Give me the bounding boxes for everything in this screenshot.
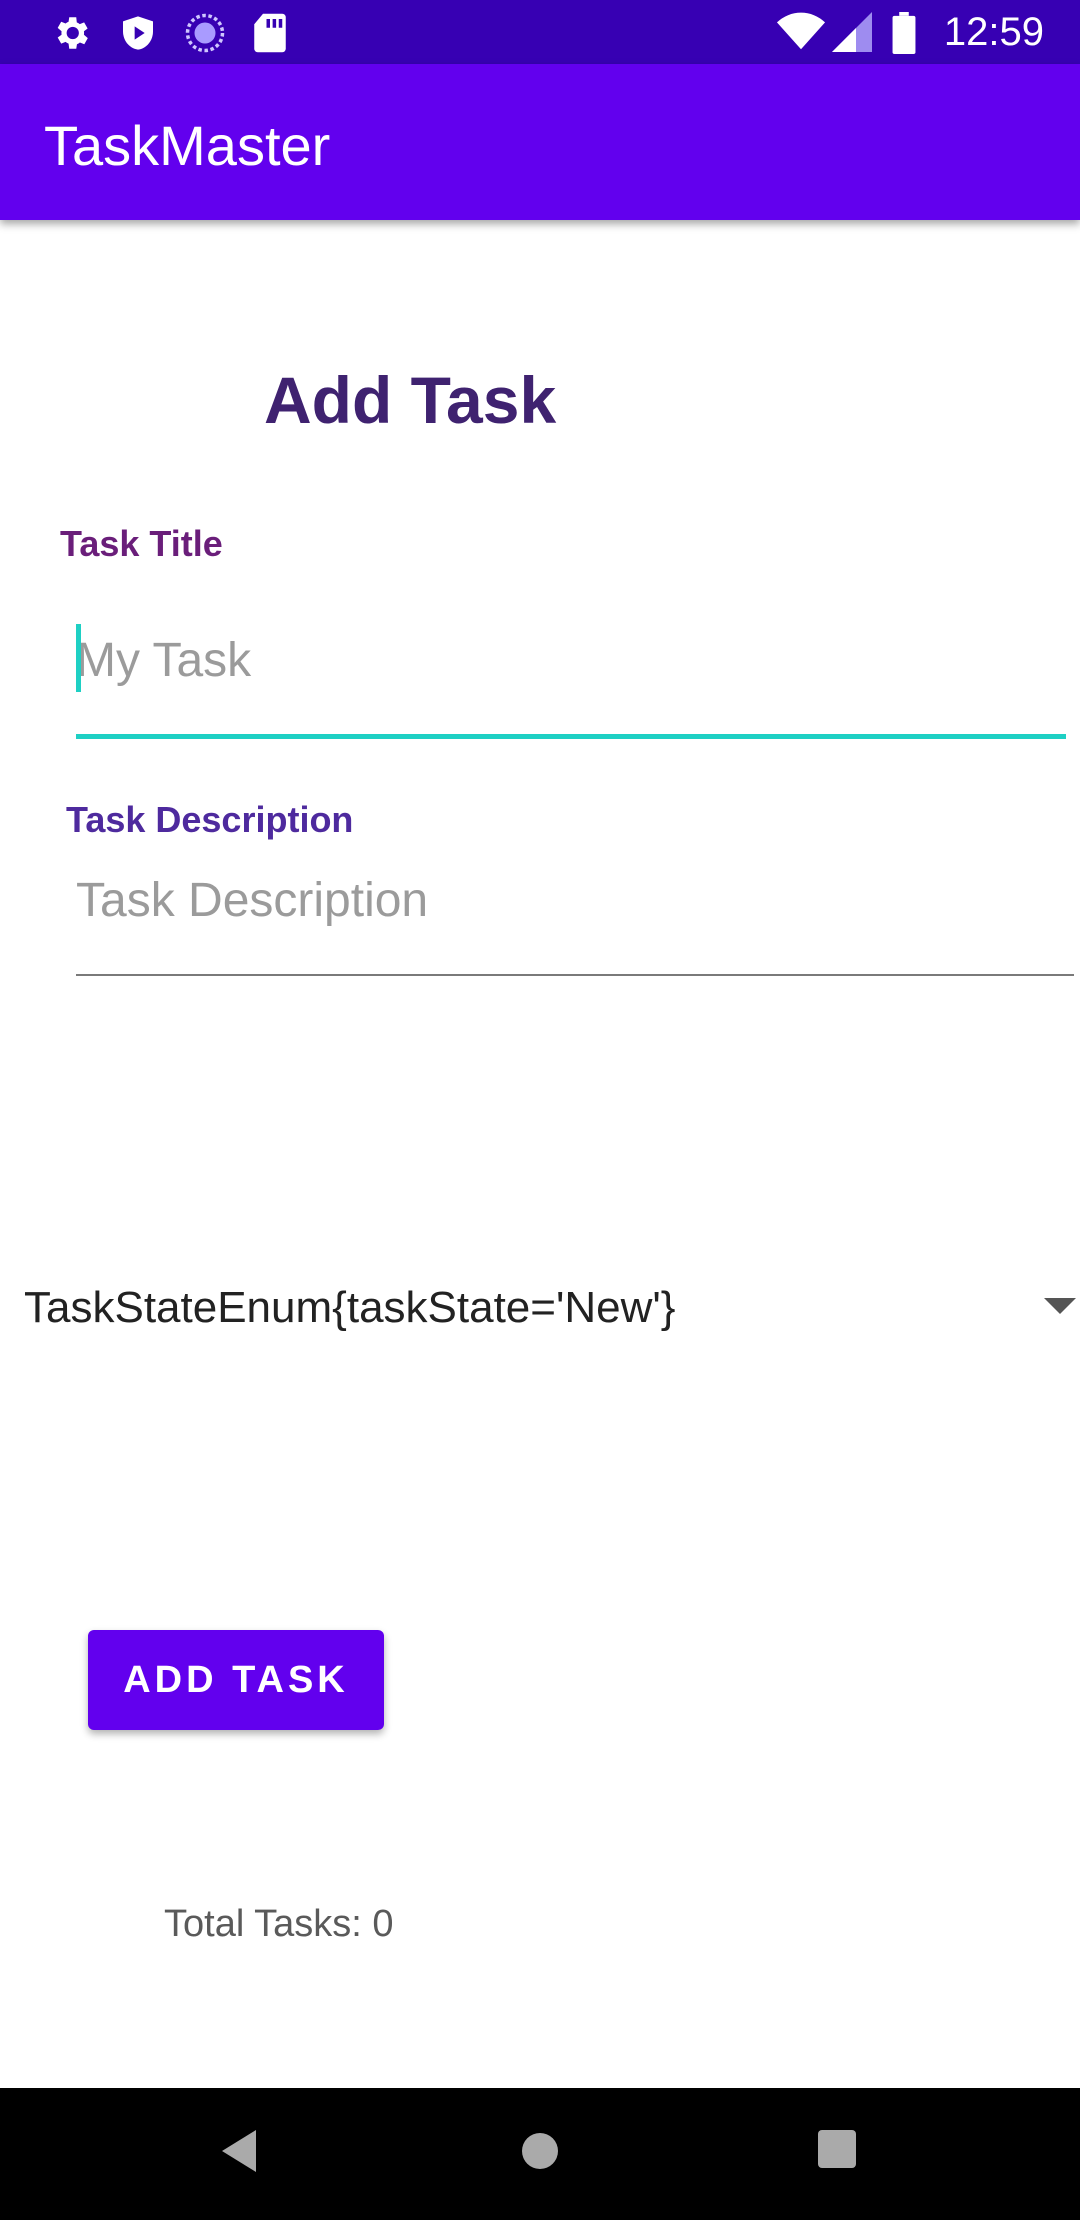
total-tasks-text: Total Tasks: 0 [164,1903,394,1945]
battery-icon [892,12,916,59]
task-description-underline [76,974,1074,976]
navigation-bar [0,2088,1080,2220]
recents-icon[interactable] [818,2130,856,2173]
add-task-button[interactable]: ADD TASK [88,1630,384,1730]
home-icon[interactable] [520,2128,560,2179]
status-time: 12:59 [943,10,1044,54]
status-bar: 12:59 [0,0,1080,64]
task-title-label: Task Title [60,523,223,564]
app-bar: TaskMaster [0,64,1080,220]
back-icon[interactable] [220,2128,260,2179]
task-title-underline [76,734,1066,739]
task-description-label: Task Description [66,799,354,840]
wifi-icon [776,12,826,57]
page-title: Add Task [264,363,557,437]
gear-icon [50,12,92,59]
play-protect-icon [118,12,158,59]
dropdown-arrow-icon [1044,1298,1076,1314]
task-state-spinner[interactable]: TaskStateEnum{taskState='New'} [0,1270,1080,1350]
task-description-input[interactable] [76,868,1074,932]
cell-signal-icon [832,12,872,57]
task-state-value: TaskStateEnum{taskState='New'} [24,1283,676,1332]
sync-circle-icon [184,12,226,59]
sd-card-icon [252,12,288,59]
app-title: TaskMaster [44,114,331,177]
text-cursor [76,624,81,692]
task-title-input[interactable] [76,628,1066,692]
